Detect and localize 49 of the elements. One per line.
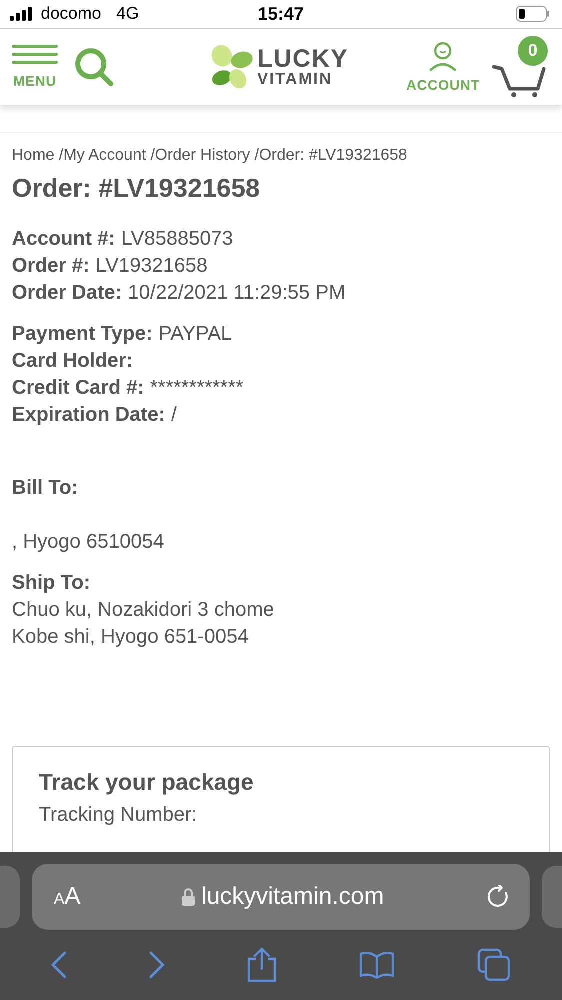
book-icon[interactable] — [359, 951, 395, 979]
logo-subtitle[interactable]: VITAMIN — [257, 72, 349, 88]
carrier-name: docomo — [41, 4, 102, 24]
field-value: 10/22/2021 11:29:55 PM — [128, 282, 346, 304]
address-line: Chuo ku, Nozakidori 3 chome — [12, 598, 276, 623]
field-label: Expiration Date: — [12, 404, 166, 426]
clover-icon[interactable] — [211, 44, 254, 90]
url-text: luckyvitamin.com — [201, 883, 384, 911]
tabs-icon[interactable] — [477, 948, 511, 982]
track-title: Track your package — [39, 769, 255, 796]
tab-preview[interactable] — [542, 866, 562, 928]
lock-icon — [182, 888, 196, 906]
address-bar[interactable]: AA luckyvitamin.com — [32, 864, 530, 930]
breadcrumb-link[interactable]: My Account / — [64, 147, 156, 164]
field-value: ************ — [150, 377, 244, 399]
field-value: LV85885073 — [121, 228, 234, 250]
field-label: Order Date: — [12, 282, 122, 304]
clock-time: 15:47 — [258, 4, 304, 24]
field-label: Account #: — [12, 228, 116, 250]
search-icon[interactable] — [74, 47, 114, 87]
field-value: / — [171, 404, 177, 426]
logo-wordmark[interactable]: LUCKY — [257, 46, 349, 72]
text-size-button[interactable]: AA — [54, 883, 81, 911]
cart-count-badge: 0 — [518, 36, 548, 66]
breadcrumb-link[interactable]: Order: #LV19321658 — [259, 147, 408, 164]
breadcrumb-link[interactable]: Order History / — [155, 147, 260, 164]
breadcrumb-link[interactable]: Home / — [12, 147, 64, 164]
field-label: Credit Card #: — [12, 377, 144, 399]
reload-icon[interactable] — [486, 885, 510, 909]
bill-to-heading: Bill To: — [12, 476, 80, 501]
tab-preview[interactable] — [0, 866, 20, 928]
field-label: Card Holder: — [12, 350, 134, 372]
tracking-number-label: Tracking Number: — [39, 804, 198, 827]
field-label: Order #: — [12, 255, 90, 277]
field-value: LV19321658 — [96, 255, 208, 277]
order-title: Order: #LV19321658 — [12, 173, 262, 204]
field-label: Payment Type: — [12, 323, 153, 345]
battery-icon — [516, 6, 550, 22]
address-line: Kobe shi, Hyogo 651-0054 — [12, 625, 250, 650]
network-type: 4G — [116, 4, 140, 24]
field-value: PAYPAL — [158, 323, 232, 345]
menu-icon[interactable] — [12, 45, 58, 65]
person-icon[interactable] — [428, 42, 458, 72]
forward-icon[interactable] — [149, 951, 165, 979]
cart-icon[interactable] — [492, 64, 548, 98]
ship-to-heading: Ship To: — [12, 571, 92, 596]
back-icon[interactable] — [51, 951, 67, 979]
address-line: , Hyogo 6510054 — [12, 530, 166, 555]
share-icon[interactable] — [247, 947, 277, 983]
